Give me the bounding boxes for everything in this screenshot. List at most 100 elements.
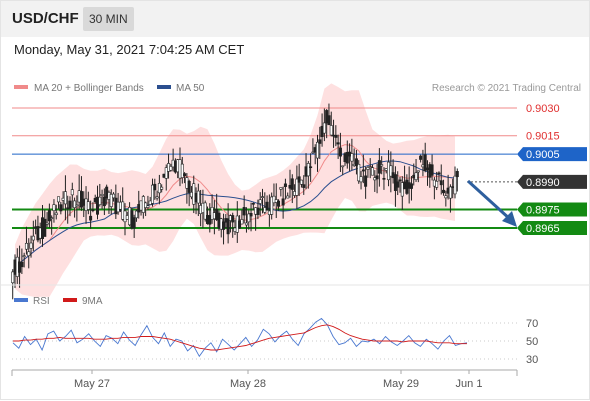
rsi-legend-label: RSI (33, 296, 50, 307)
candle-body (382, 177, 386, 180)
level-label-0: 0.9030 (526, 103, 560, 115)
candle-body (183, 173, 187, 177)
candle-body (43, 218, 47, 237)
candle-body (240, 219, 244, 225)
candle-body (196, 190, 200, 204)
candle-body (442, 189, 446, 194)
candle-body (155, 196, 159, 199)
candle-body (22, 255, 26, 258)
candle-body (27, 251, 31, 257)
candle-body (98, 196, 102, 205)
ma20-legend-label: MA 20 + Bollinger Bands (34, 83, 144, 94)
candle-body (265, 201, 269, 211)
x-tick-label: Jun 1 (456, 378, 483, 390)
candle-body (153, 183, 157, 191)
rsi-ma-line (13, 324, 467, 351)
candle-body (47, 210, 51, 222)
candle-body (54, 212, 58, 215)
ma9-legend-label: 9MA (82, 296, 103, 307)
candle-body (361, 169, 365, 172)
candle-body (29, 242, 33, 249)
candle-body (336, 142, 340, 145)
candle-body (302, 184, 306, 188)
candle-body (132, 217, 136, 229)
candle-body (231, 215, 235, 223)
candle-body (20, 261, 24, 268)
candle-body (63, 191, 67, 205)
candle-body (281, 198, 285, 206)
candle-body (414, 172, 418, 180)
candle-body (309, 166, 313, 169)
candle-body (327, 115, 331, 126)
candle-body (444, 195, 448, 199)
rsi-panel: 70 50 30 (12, 317, 538, 366)
candle-body (453, 175, 457, 195)
candle-body (290, 178, 294, 190)
level-label-3: 0.8990 (526, 177, 560, 189)
candle-body (430, 164, 434, 176)
candle-body (380, 164, 384, 167)
x-axis-ticks: May 27 May 28 May 29 Jun 1 (74, 370, 483, 390)
x-tick-label: May 29 (383, 378, 419, 390)
level-label-5: 0.8965 (526, 223, 560, 235)
ma20-legend-swatch (14, 85, 28, 89)
candle-body (341, 165, 345, 168)
candle-body (306, 163, 310, 177)
candle-body (318, 139, 322, 144)
candle-body (329, 125, 333, 136)
candle-body (439, 180, 443, 186)
candle-body (86, 201, 90, 210)
candle-body (75, 204, 79, 207)
candle-body (396, 181, 400, 188)
candle-body (100, 194, 104, 196)
candle-body (375, 175, 379, 180)
candle-body (256, 207, 260, 215)
candle-body (435, 180, 439, 188)
candle-body (334, 134, 338, 138)
rsi-tick-70: 70 (526, 318, 538, 330)
candle-body (70, 189, 74, 196)
price-chart: MA 20 + Bollinger Bands MA 50 Research ©… (1, 83, 590, 390)
rsi-legend-swatch (14, 298, 28, 302)
candle-body (160, 186, 164, 190)
candle-body (277, 200, 281, 207)
candle-body (350, 153, 354, 162)
candle-body (146, 205, 150, 208)
x-tick-label: May 27 (74, 378, 110, 390)
x-tick-label: May 28 (230, 378, 266, 390)
candle-body (112, 193, 116, 199)
level-tags: 0.9030 0.9015 0.9005 0.8990 0.8975 0.8965 (517, 103, 587, 235)
candle-body (364, 175, 368, 187)
candle-body (68, 200, 72, 209)
candle-body (24, 242, 28, 250)
candle-body (377, 160, 381, 174)
candle-body (398, 179, 402, 182)
candle-body (52, 204, 56, 211)
candle-body (455, 171, 459, 178)
candle-body (242, 207, 246, 216)
rsi-tick-50: 50 (526, 336, 538, 348)
rsi-tick-30: 30 (526, 354, 538, 366)
ma50-legend-swatch (157, 85, 171, 89)
candle-body (260, 196, 264, 198)
candle-body (187, 180, 191, 193)
candle-body (448, 186, 452, 199)
level-label-2: 0.9005 (526, 149, 560, 161)
candle-body (299, 179, 303, 185)
candle-body (437, 172, 441, 175)
candle-body (409, 183, 413, 189)
candle-body (258, 199, 262, 204)
candle-body (102, 196, 106, 207)
candle-body (370, 167, 374, 176)
ma9-legend-swatch (63, 298, 77, 302)
candle-body (59, 204, 63, 212)
candle-body (31, 235, 35, 241)
candle-body (315, 141, 319, 159)
candle-body (91, 209, 95, 212)
candle-body (279, 187, 283, 190)
level-label-1: 0.9015 (526, 131, 560, 143)
candle-body (73, 200, 77, 208)
candle-body (57, 196, 61, 203)
candle-body (89, 215, 93, 221)
candle-body (322, 122, 326, 134)
